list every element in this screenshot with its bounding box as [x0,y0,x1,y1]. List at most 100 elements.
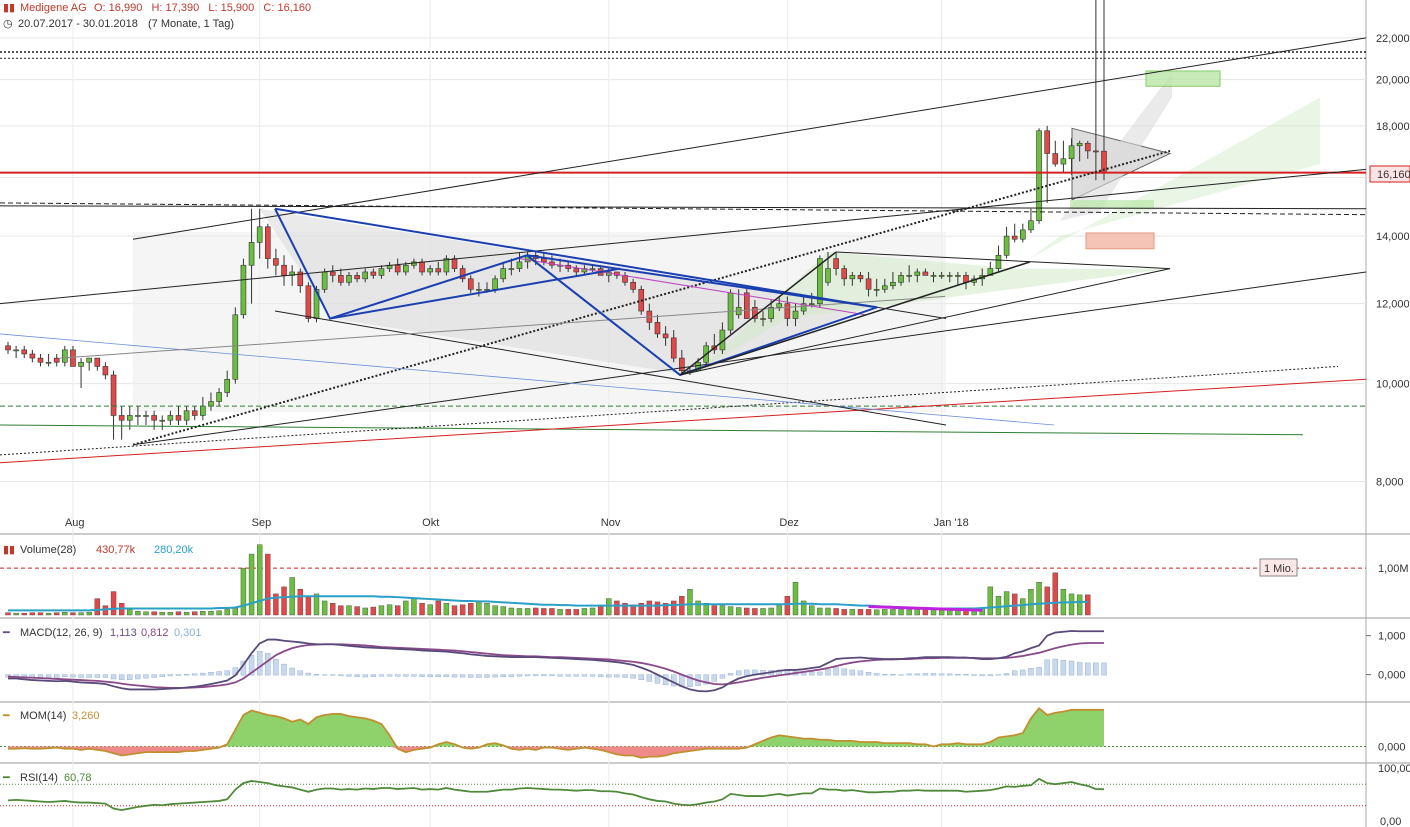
macd-hist-bar [492,674,498,678]
time-tick-label: Okt [422,517,439,529]
candle-body [62,349,68,363]
candle-body [45,361,52,364]
date-range: 20.07.2017 - 30.01.2018 [18,18,138,30]
candle-body [833,258,839,269]
candle-body [589,268,596,270]
volume-bar [330,603,336,616]
macd-hist-bar [102,674,109,678]
stop-box [1085,232,1155,250]
macd-hist-bar [370,674,377,677]
macd-hist-bar [151,674,157,678]
macd-hist-bar [873,673,880,676]
macd-hist-bar [127,674,133,681]
rsi-icon: ━ [2,772,10,784]
volume-bar [671,600,677,616]
volume-bar [516,608,523,616]
candle-body [825,268,831,283]
macd-hist-bar [94,674,101,678]
candle-body [906,275,912,277]
macd-hist-bar [524,674,531,677]
candle-body [1028,220,1034,231]
macd-hist-bar [541,674,547,677]
candle-body [273,258,279,266]
entry-box [1070,200,1154,209]
macd-hist-bar [54,674,60,678]
macd-hist-bar [411,674,417,677]
volume-bar [695,600,701,616]
candle-body [1093,150,1099,153]
candle-body [573,268,580,273]
macd-hist-bar [1011,670,1018,676]
volume-bar [1020,598,1026,616]
macd-hist-bar [362,674,368,678]
macd-hist-bar [427,674,433,677]
candle-body [70,349,76,367]
macd-hist-value: 0,301 [174,627,202,639]
volume-bar [792,581,799,616]
volume-tick-label: 1,00M [1378,563,1409,575]
volume-bar [443,603,450,616]
volume-bar [825,607,831,616]
time-tick-label: Sep [252,517,272,529]
candle-body [37,357,44,363]
macd-hist-bar [216,671,222,676]
candle-body [857,275,864,280]
volume-bar [435,600,441,616]
volume-1mio-marker: 1 Mio. [1259,558,1298,577]
volume-bar [922,609,929,616]
mom-pane-bg [0,704,1410,761]
macd-hist-bar [265,653,271,676]
volume-bar [1068,593,1075,616]
macd-hist-bar [630,674,636,679]
candle-body [784,303,791,319]
volume-bar [5,612,11,616]
price-tick-label: 20,000 [1376,75,1410,87]
candle-body [890,281,896,287]
candle-body [135,415,141,417]
macd-hist-bar [86,674,92,678]
macd-tick-label: 1,000 [1378,631,1406,643]
candle-body [792,310,799,319]
volume-bar [468,603,474,616]
candle-body [86,357,92,363]
volume-bar [110,591,117,616]
volume-bar [265,553,271,616]
volume-bar [987,586,994,616]
macd-hist-bar [1060,660,1067,676]
volume-bar [13,612,19,616]
macd-hist-bar [573,674,579,677]
candle-body [200,405,206,416]
last-price-label: 16,160 [1377,169,1410,181]
candle-body [394,264,401,273]
macd-hist-bar [898,674,904,676]
macd-hist-bar [183,674,190,676]
macd-hist-bar [735,670,742,676]
candle-body [760,318,766,320]
candle-body [865,278,872,290]
candle-body [922,271,929,276]
rsi-value: 60,78 [64,772,92,784]
volume-bar [362,607,368,616]
candle-body [338,275,344,283]
macd-hist-bar [1036,667,1042,676]
candle-body [151,415,157,421]
candle-body [898,275,904,283]
candle-body [370,271,377,276]
macd-title: MACD(12, 26, 9) [20,627,103,639]
macd-hist-bar [224,670,230,676]
candle-body [378,268,385,276]
volume-bar [232,607,239,616]
macd-hist-bar [508,674,515,677]
macd-hist-bar [825,669,831,676]
date-range-detail: (7 Monate, 1 Tag) [148,18,234,30]
candle-body [995,254,1002,269]
candle-body [256,226,263,243]
volume-bar [841,609,847,616]
macd-hist-bar [354,674,360,677]
macd-hist-bar [500,674,506,677]
volume-avg-value: 280,20k [154,544,194,556]
volume-bar [898,609,904,616]
macd-hist-bar [817,671,823,676]
volume-bar [484,603,490,616]
volume-bar [476,601,482,616]
